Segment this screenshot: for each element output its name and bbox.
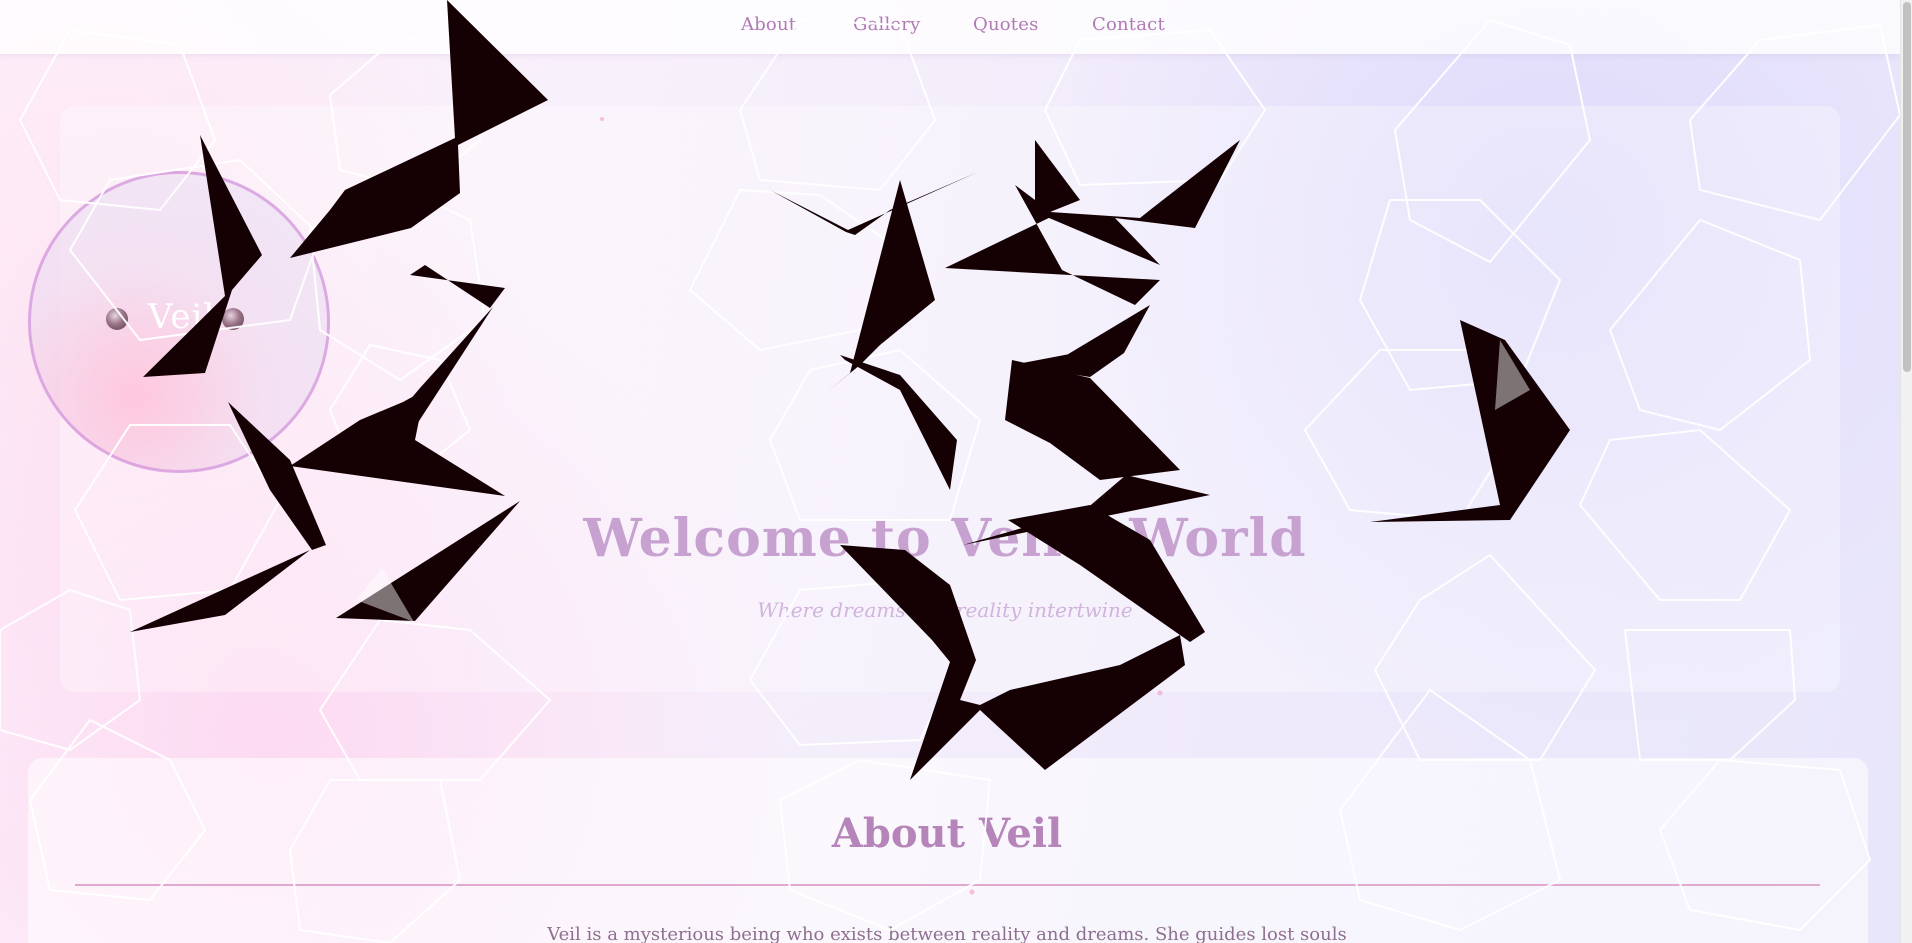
nav-link-gallery[interactable]: Gallery [853, 14, 920, 35]
left-eye-icon [106, 308, 128, 330]
scrollbar-thumb[interactable] [1903, 2, 1911, 372]
nav-link-contact[interactable]: Contact [1092, 14, 1165, 35]
about-text: Veil is a mysterious being who exists be… [547, 924, 1347, 943]
logo-text: Veil [148, 297, 216, 337]
right-eye-icon [222, 308, 244, 330]
about-title: About Veil [831, 810, 1063, 857]
nav-link-about[interactable]: About [741, 14, 796, 35]
hero-subtitle: Where dreams and reality intertwine [757, 598, 1133, 622]
top-navigation: About Gallery Quotes Contact [0, 0, 1900, 54]
about-divider [75, 884, 1820, 886]
page-scrollbar[interactable] [1900, 0, 1912, 943]
hero-title: Welcome to Veil's World [583, 508, 1307, 569]
nav-link-quotes[interactable]: Quotes [973, 14, 1039, 35]
